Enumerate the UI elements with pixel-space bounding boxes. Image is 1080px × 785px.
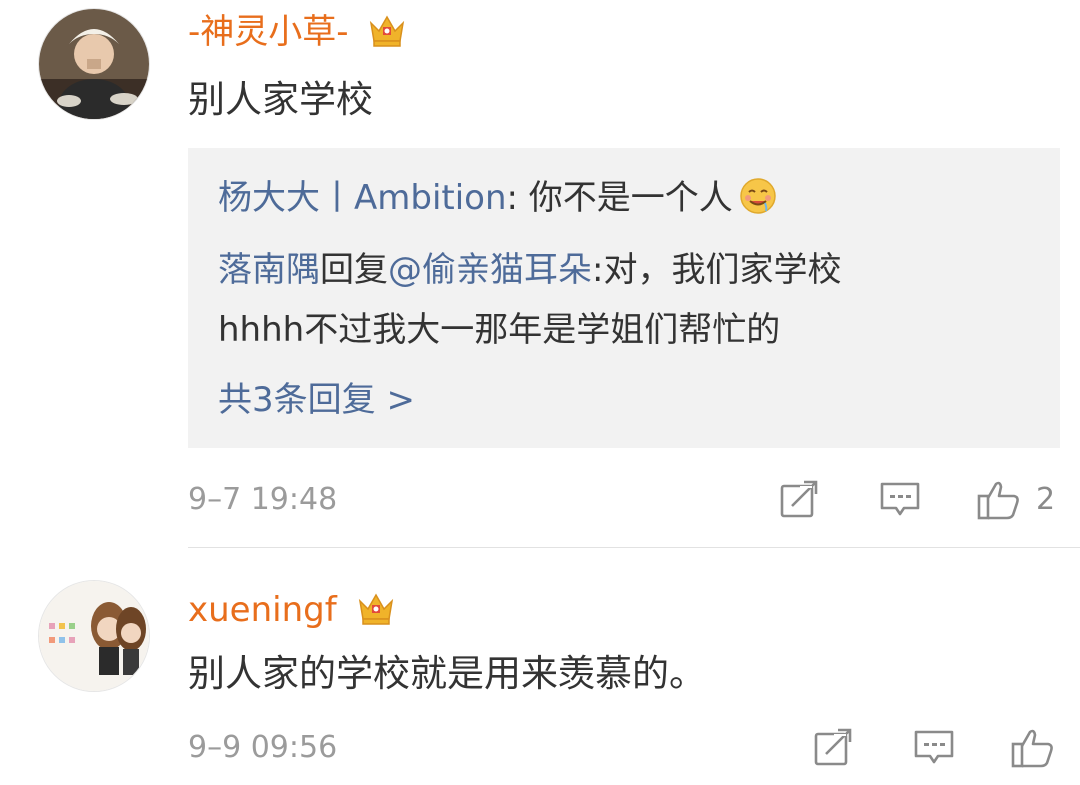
like-count: 2 — [1036, 482, 1056, 517]
username[interactable]: xueningf — [188, 590, 396, 636]
reply-line: 杨大大丨Ambition: 你不是一个人 — [218, 176, 777, 226]
share-icon — [814, 728, 852, 766]
comment-text: 别人家学校 — [188, 78, 373, 121]
share-icon — [780, 480, 818, 518]
crown-badge-icon — [356, 591, 396, 636]
comment-button[interactable] — [878, 478, 922, 524]
more-replies-link[interactable]: 共3条回复 > — [218, 378, 415, 422]
reply-preview[interactable]: 杨大大丨Ambition: 你不是一个人 落南隅回复@偷亲猫耳朵:对，我们家学校… — [188, 148, 1060, 448]
reply-line: 落南隅回复@偷亲猫耳朵:对，我们家学校 — [218, 248, 841, 292]
username-text[interactable]: -神灵小草- — [188, 12, 349, 52]
like-button[interactable] — [976, 478, 1022, 526]
reply-text-continued: hhhh不过我大一那年是学姐们帮忙的 — [218, 310, 781, 350]
comment-button[interactable] — [912, 726, 956, 772]
reply-mid-text: 回复 — [320, 250, 388, 290]
share-button[interactable] — [778, 478, 820, 524]
drool-emoji-icon — [739, 177, 777, 226]
like-button[interactable] — [1010, 726, 1056, 774]
comment-item: xueningf 别人家的学校就是用来羡慕的。 9–9 09:56 — [0, 548, 1080, 785]
reply-user-link[interactable]: 杨大大丨Ambition — [218, 178, 507, 218]
crown-badge-icon — [367, 13, 407, 58]
comment-text: 别人家的学校就是用来羡慕的。 — [188, 652, 706, 695]
like-icon — [1011, 729, 1053, 768]
comment-icon — [914, 730, 954, 764]
like-icon — [977, 481, 1019, 520]
reply-user-link[interactable]: 落南隅 — [218, 250, 320, 290]
comment-item: -神灵小草- 别人家学校 杨大大丨Ambition: 你不是一个人 落南隅回复@… — [0, 0, 1080, 548]
username[interactable]: -神灵小草- — [188, 12, 407, 58]
avatar[interactable] — [38, 580, 150, 692]
username-text[interactable]: xueningf — [188, 590, 337, 630]
avatar[interactable] — [38, 8, 150, 120]
timestamp: 9–7 19:48 — [188, 482, 338, 517]
share-button[interactable] — [812, 726, 854, 772]
reply-text: :对，我们家学校 — [592, 250, 842, 290]
comment-icon — [880, 482, 920, 516]
timestamp: 9–9 09:56 — [188, 730, 338, 765]
mention-link[interactable]: @偷亲猫耳朵 — [388, 250, 592, 290]
reply-text: : 你不是一个人 — [506, 178, 733, 218]
